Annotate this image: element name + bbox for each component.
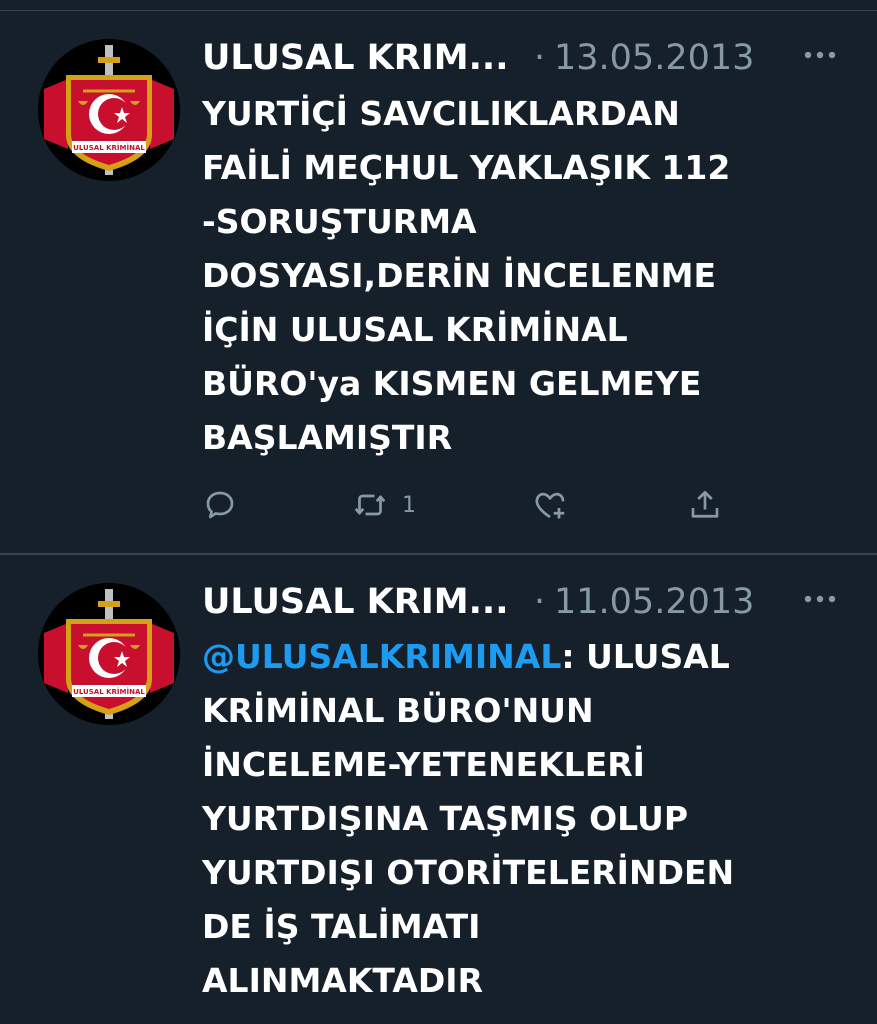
tweet-text: YURTİÇİ SAVCILIKLARDAN FAİLİ MEÇHUL YAKL… <box>202 87 822 465</box>
tweet-text-line: İNCELEME-YETENEKLERİ <box>202 745 645 784</box>
separator-dot: · <box>534 38 546 78</box>
tweet-text-line: FAİLİ MEÇHUL YAKLAŞIK 112 <box>202 148 731 187</box>
tweet-text-line: KRİMİNAL BÜRO'NUN <box>202 691 594 730</box>
tweet[interactable]: ULUSAL KRİMİNAL ULUSAL KRIM... · 13.05.2… <box>0 11 877 553</box>
retweet-count: 1 <box>402 492 416 518</box>
tweet-date[interactable]: 11.05.2013 <box>554 579 754 625</box>
ulusal-kriminal-logo: ULUSAL KRİMİNAL <box>38 583 180 725</box>
reply-icon <box>206 491 234 519</box>
retweet-button[interactable]: 1 <box>352 485 416 525</box>
tweet-text-line: DE İŞ TALİMATI <box>202 907 481 946</box>
more-horizontal-icon[interactable] <box>802 593 838 605</box>
separator-dot: · <box>534 582 546 622</box>
tweet[interactable]: ULUSAL KRİMİNAL ULUSAL KRIM... · 11.05.2… <box>0 555 877 1024</box>
tweet-text-line: ALINMAKTADIR <box>202 961 483 1000</box>
tweet-text-line: YURTDIŞINA TAŞMIŞ OLUP <box>202 799 689 838</box>
avatar[interactable]: ULUSAL KRİMİNAL <box>38 39 180 181</box>
svg-text:ULUSAL KRİMİNAL: ULUSAL KRİMİNAL <box>73 143 145 152</box>
tweet-text-line: YURTDIŞI OTORİTELERİNDEN <box>202 853 735 892</box>
like-icon <box>535 492 565 519</box>
share-icon <box>691 490 719 518</box>
tweet-text-line: BAŞLAMIŞTIR <box>202 418 453 457</box>
tweet-text-line: YURTİÇİ SAVCILIKLARDAN <box>202 94 680 133</box>
avatar[interactable]: ULUSAL KRİMİNAL <box>38 583 180 725</box>
more-horizontal-icon[interactable] <box>802 49 838 61</box>
svg-text:ULUSAL KRİMİNAL: ULUSAL KRİMİNAL <box>73 687 145 696</box>
tweet-text-line: İÇİN ULUSAL KRİMİNAL <box>202 310 628 349</box>
ulusal-kriminal-logo: ULUSAL KRİMİNAL <box>38 39 180 181</box>
tweet-header: ULUSAL KRIM... · 13.05.2013 <box>202 35 842 85</box>
author-name[interactable]: ULUSAL KRIM... <box>202 35 509 81</box>
tweet-text-line: -SORUŞTURMA <box>202 202 477 241</box>
tweet-text-line: @ULUSALKRIMINAL: ULUSAL <box>202 630 822 684</box>
tweet-text: @ULUSALKRIMINAL: ULUSAL KRİMİNAL BÜRO'NU… <box>202 630 822 1008</box>
mention-link[interactable]: @ULUSALKRIMINAL <box>202 637 561 676</box>
tweet-header: ULUSAL KRIM... · 11.05.2013 <box>202 579 842 629</box>
retweet-icon <box>354 494 386 516</box>
author-name[interactable]: ULUSAL KRIM... <box>202 579 509 625</box>
tweet-actions: 1 <box>202 485 742 525</box>
mention-suffix: : ULUSAL <box>561 637 730 676</box>
like-button[interactable] <box>532 485 568 525</box>
reply-button[interactable] <box>202 485 238 525</box>
tweet-text-line: DOSYASI,DERİN İNCELENME <box>202 256 717 295</box>
tweet-date[interactable]: 13.05.2013 <box>554 35 754 81</box>
share-button[interactable] <box>687 485 723 525</box>
tweet-text-line: BÜRO'ya KISMEN GELMEYE <box>202 364 702 403</box>
